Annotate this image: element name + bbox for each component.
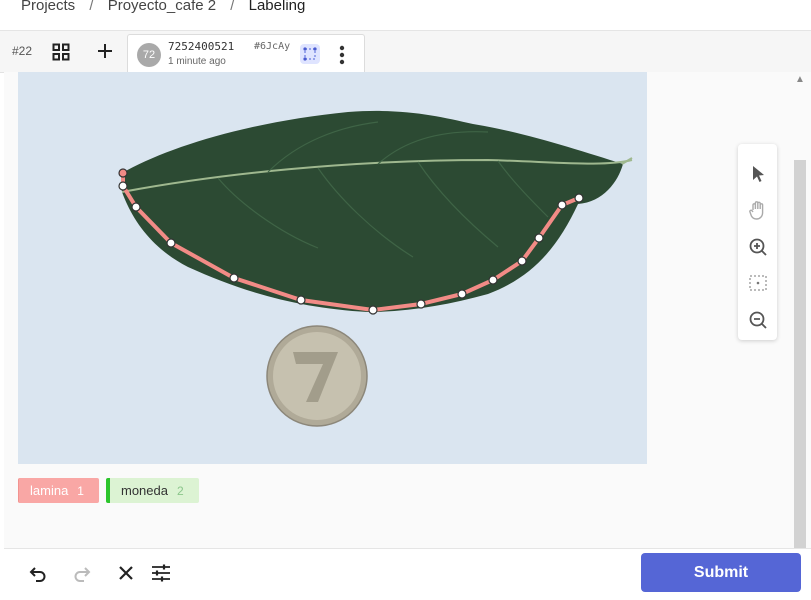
label-lamina[interactable]: lamina 1: [18, 478, 99, 503]
hand-icon[interactable]: [747, 199, 769, 221]
annotation-hash: #6JcAy: [254, 41, 291, 52]
grid-view-icon[interactable]: [52, 43, 70, 61]
annotation-time: 1 minute ago: [168, 56, 226, 67]
avatar: 72: [137, 43, 161, 67]
task-tab-bar: #22 72 7252400521 #6JcAy 1 minute ago: [0, 31, 811, 73]
more-options-icon[interactable]: [336, 44, 348, 66]
breadcrumb-current: Labeling: [248, 0, 306, 14]
label-hotkey: 1: [77, 484, 84, 498]
polygon-start-vertex: [118, 168, 128, 178]
label-hotkey: 2: [176, 484, 184, 498]
task-number: #22: [12, 44, 33, 58]
vertical-scrollbar[interactable]: [794, 160, 806, 548]
add-tab-icon[interactable]: [96, 42, 114, 60]
undo-icon[interactable]: [27, 562, 49, 584]
breadcrumb-bar: Projects / Proyecto_cafe 2 / Labeling: [0, 0, 811, 31]
label-name: lamina: [30, 483, 69, 498]
zoom-in-icon[interactable]: [747, 236, 769, 258]
cursor-icon[interactable]: [747, 163, 769, 185]
redo-icon[interactable]: [71, 562, 93, 584]
breadcrumb-separator: /: [89, 0, 94, 14]
settings-sliders-icon[interactable]: [150, 562, 172, 584]
submit-button[interactable]: Submit: [641, 553, 801, 592]
image-canvas[interactable]: [18, 72, 647, 464]
labeling-workspace: ▲ lamina 1 moneda 2: [4, 72, 811, 548]
zoom-out-icon[interactable]: [747, 309, 769, 331]
annotation-id: 7252400521: [168, 40, 235, 53]
fit-to-screen-icon[interactable]: [747, 272, 769, 294]
breadcrumb: Projects / Proyecto_cafe 2 / Labeling: [21, 0, 305, 14]
breadcrumb-projects[interactable]: Projects: [21, 0, 75, 14]
breadcrumb-project[interactable]: Proyecto_cafe 2: [108, 0, 216, 14]
task-tab[interactable]: 72 7252400521 #6JcAy 1 minute ago: [127, 34, 365, 73]
close-icon[interactable]: [115, 562, 137, 584]
region-icon[interactable]: [300, 44, 320, 64]
canvas-toolbar: [738, 144, 777, 340]
bottom-toolbar: Submit: [4, 548, 811, 600]
breadcrumb-separator: /: [230, 0, 235, 14]
scroll-up-arrow-icon[interactable]: ▲: [795, 74, 805, 85]
label-moneda[interactable]: moneda 2: [106, 478, 199, 503]
label-name: moneda: [121, 483, 168, 498]
